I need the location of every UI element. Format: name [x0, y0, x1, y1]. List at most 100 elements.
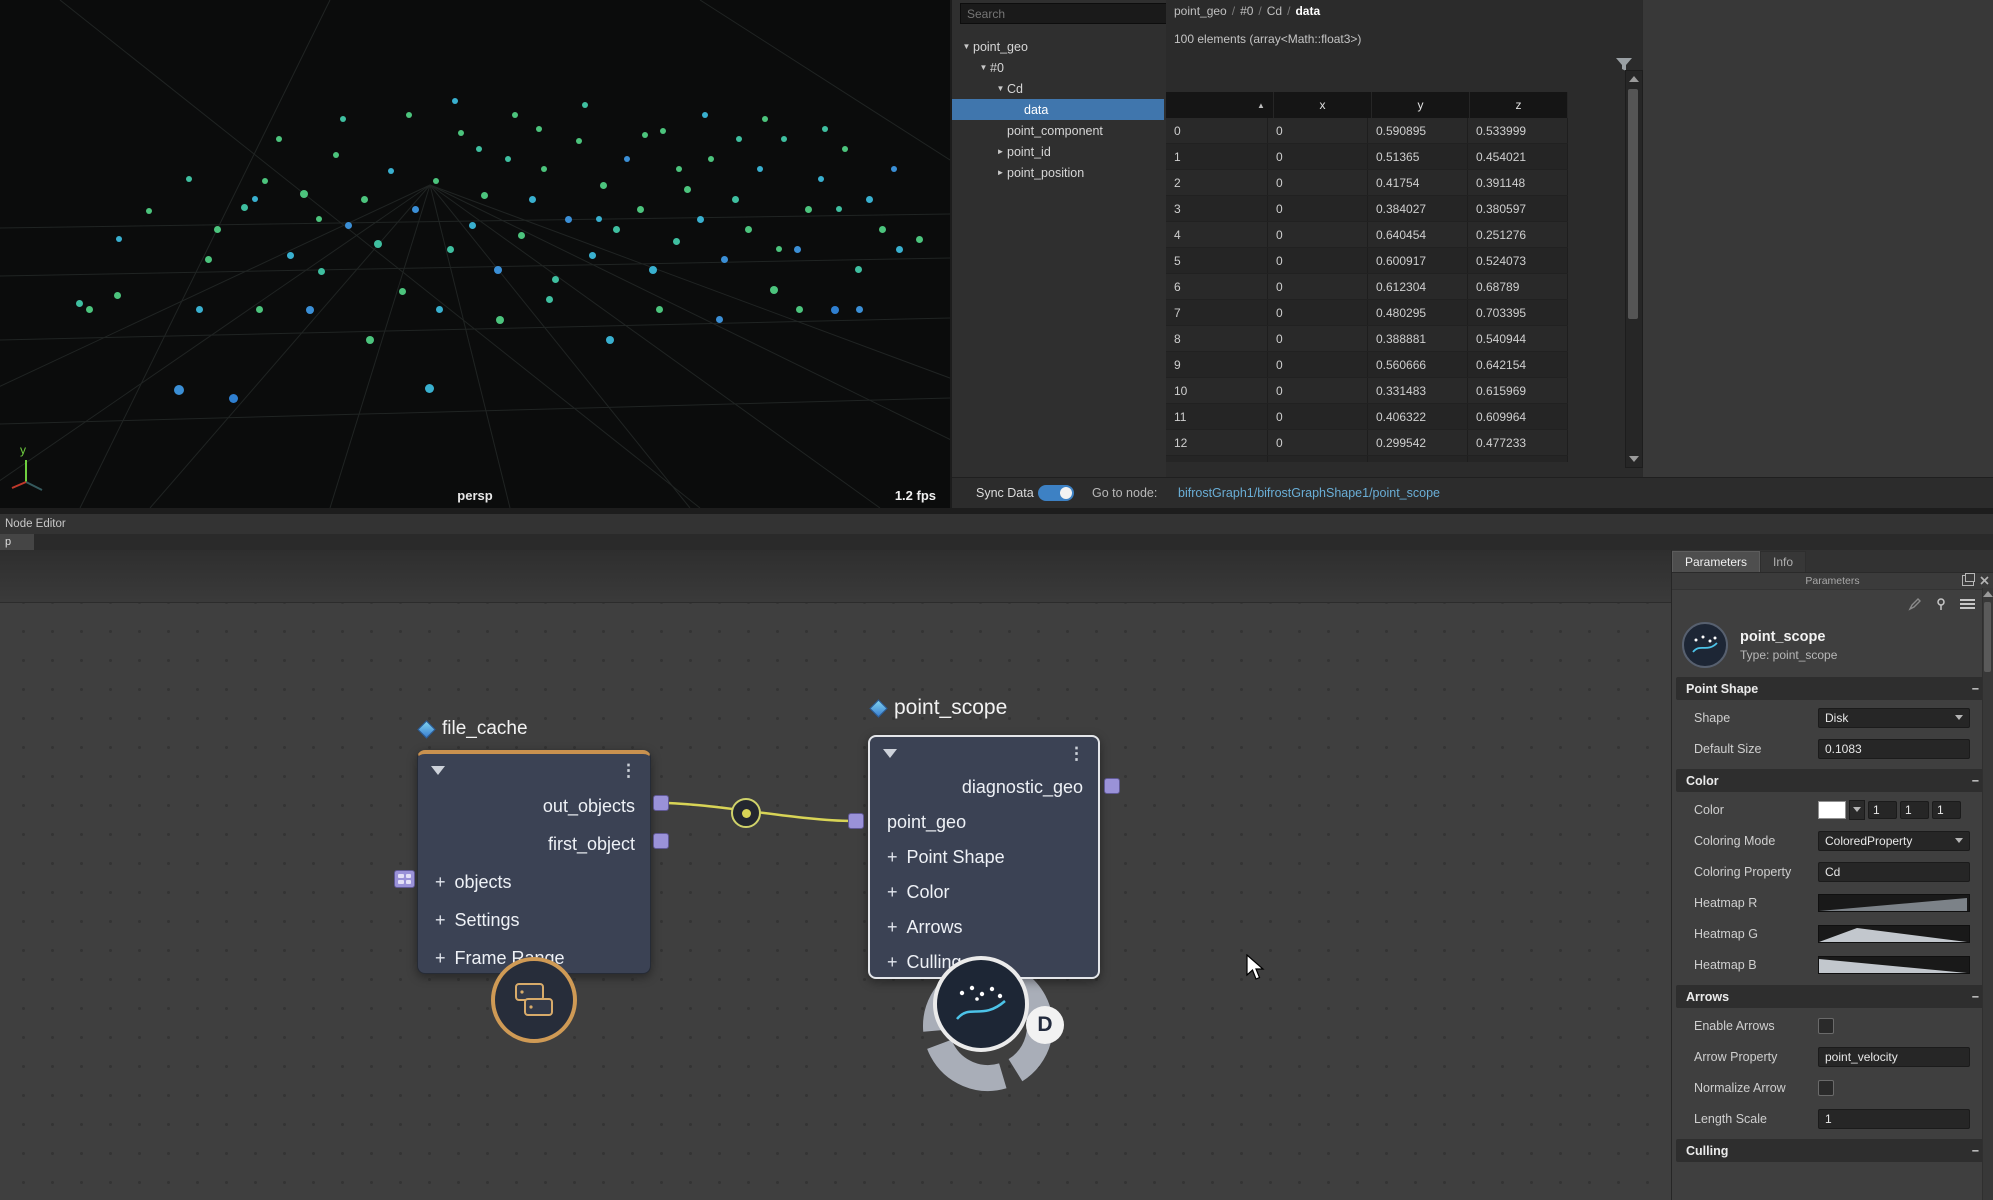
section-arrows[interactable]: Arrows − [1676, 985, 1989, 1008]
breadcrumb-item[interactable]: point_geo [1174, 4, 1227, 18]
expand-icon[interactable]: + [887, 882, 898, 903]
tree-item-Cd[interactable]: ▼Cd [952, 78, 1164, 99]
heatmap-r-ramp[interactable] [1818, 894, 1970, 912]
sync-data-toggle[interactable] [1038, 485, 1074, 501]
color-swatch[interactable] [1818, 801, 1846, 819]
table-row[interactable]: 300.3840270.380597 [1166, 196, 1568, 222]
section-row-settings[interactable]: +Settings [418, 901, 650, 939]
collapse-icon[interactable]: − [1972, 990, 1979, 1004]
collapse-icon[interactable] [883, 749, 897, 758]
chevron-down-icon[interactable]: ▼ [977, 63, 990, 72]
heatmap-b-ramp[interactable] [1818, 956, 1970, 974]
breadcrumb-item[interactable]: data [1295, 4, 1320, 18]
collapse-icon[interactable]: − [1972, 682, 1979, 696]
diagnostic-badge[interactable]: D [1026, 1006, 1064, 1044]
collapse-icon[interactable] [431, 766, 445, 775]
section-row-point-shape[interactable]: +Point Shape [870, 840, 1098, 875]
parameters-scrollbar[interactable] [1982, 588, 1993, 1200]
port-first-object[interactable] [653, 833, 669, 849]
port-row-diagnostic-geo[interactable]: diagnostic_geo [870, 770, 1098, 805]
search-input[interactable] [960, 3, 1170, 24]
tree-item-#0[interactable]: ▼#0 [952, 57, 1164, 78]
float-panel-icon[interactable] [1962, 575, 1974, 586]
pin-icon[interactable] [1934, 597, 1948, 611]
tab-info[interactable]: Info [1760, 551, 1806, 572]
table-header-z[interactable]: z [1470, 92, 1568, 118]
port-point-geo[interactable] [848, 813, 864, 829]
expand-icon[interactable]: + [887, 847, 898, 868]
edit-pencil-icon[interactable] [1908, 597, 1922, 611]
expand-icon[interactable]: + [887, 952, 898, 973]
table-scrollbar[interactable] [1625, 70, 1643, 468]
port-row-point-geo[interactable]: point_geo [870, 805, 1098, 840]
table-row[interactable]: 1200.2995420.477233 [1166, 430, 1568, 456]
expand-icon[interactable]: + [435, 872, 446, 893]
tree-item-point_id[interactable]: ►point_id [952, 141, 1164, 162]
collapse-icon[interactable]: − [1972, 774, 1979, 788]
kebab-menu-icon[interactable]: ⋮ [1068, 749, 1085, 759]
table-header-x[interactable]: x [1274, 92, 1372, 118]
color-g-field[interactable]: 1 [1900, 801, 1929, 819]
expand-icon[interactable]: + [435, 910, 446, 931]
table-row[interactable]: 800.3888810.540944 [1166, 326, 1568, 352]
node-graph-canvas[interactable]: file_cache ⋮ out_objects first_object +o… [0, 550, 1671, 1200]
tree-item-point_position[interactable]: ►point_position [952, 162, 1164, 183]
scroll-up-icon[interactable] [1629, 76, 1639, 82]
menu-icon[interactable] [1960, 599, 1975, 609]
chevron-right-icon[interactable]: ► [994, 168, 1007, 177]
kebab-menu-icon[interactable]: ⋮ [620, 766, 637, 776]
enable-arrows-checkbox[interactable] [1818, 1018, 1834, 1034]
scroll-up-icon[interactable] [1983, 591, 1993, 597]
chevron-right-icon[interactable]: ► [994, 147, 1007, 156]
section-row-arrows[interactable]: +Arrows [870, 910, 1098, 945]
breadcrumb-item[interactable]: #0 [1240, 4, 1253, 18]
arrow-property-field[interactable]: point_velocity [1818, 1047, 1970, 1067]
port-row-first-object[interactable]: first_object [418, 825, 650, 863]
color-swatch-dropdown[interactable] [1849, 800, 1865, 820]
coloring-property-field[interactable]: Cd [1818, 862, 1970, 882]
port-row-out-objects[interactable]: out_objects [418, 787, 650, 825]
section-row-color[interactable]: +Color [870, 875, 1098, 910]
node-editor-tab[interactable]: p [0, 534, 34, 550]
collapse-icon[interactable]: − [1972, 1144, 1979, 1158]
point-scope-badge[interactable] [933, 956, 1029, 1052]
table-row[interactable]: 900.5606660.642154 [1166, 352, 1568, 378]
file-cache-badge[interactable] [491, 957, 577, 1043]
table-row[interactable]: 1300.6378590.485225 [1166, 456, 1568, 462]
expand-icon[interactable]: + [887, 917, 898, 938]
table-row[interactable]: 200.417540.391148 [1166, 170, 1568, 196]
table-row[interactable]: 000.5908950.533999 [1166, 118, 1568, 144]
table-row[interactable]: 1100.4063220.609964 [1166, 404, 1568, 430]
table-row[interactable]: 400.6404540.251276 [1166, 222, 1568, 248]
close-icon[interactable] [1980, 576, 1989, 585]
table-row[interactable]: 100.513650.454021 [1166, 144, 1568, 170]
tree-item-point_geo[interactable]: ▼point_geo [952, 36, 1164, 57]
color-r-field[interactable]: 1 [1868, 801, 1897, 819]
sort-ascending-icon[interactable]: ▲ [1257, 101, 1265, 110]
tab-parameters[interactable]: Parameters [1672, 551, 1760, 572]
section-row-objects[interactable]: +objects [418, 863, 650, 901]
section-color[interactable]: Color − [1676, 769, 1989, 792]
breadcrumb-item[interactable]: Cd [1267, 4, 1282, 18]
scrollbar-thumb[interactable] [1628, 89, 1638, 319]
3d-viewport[interactable]: y persp 1.2 fps [0, 0, 950, 508]
tree-item-data[interactable]: data [952, 99, 1164, 120]
scrollbar-thumb[interactable] [1984, 602, 1991, 672]
table-header-y[interactable]: y [1372, 92, 1470, 118]
normalize-arrow-checkbox[interactable] [1818, 1080, 1834, 1096]
chevron-down-icon[interactable]: ▼ [960, 42, 973, 51]
port-objects-input[interactable] [394, 870, 415, 888]
shape-dropdown[interactable]: Disk [1818, 708, 1970, 728]
goto-node-link[interactable]: bifrostGraph1/bifrostGraphShape1/point_s… [1178, 486, 1440, 500]
table-row[interactable]: 700.4802950.703395 [1166, 300, 1568, 326]
point-scope-node[interactable]: ⋮ diagnostic_geo point_geo +Point Shape … [868, 735, 1100, 979]
color-b-field[interactable]: 1 [1932, 801, 1961, 819]
section-point-shape[interactable]: Point Shape − [1676, 677, 1989, 700]
table-row[interactable]: 1000.3314830.615969 [1166, 378, 1568, 404]
watchpoint-icon[interactable] [731, 798, 761, 828]
length-scale-field[interactable]: 1 [1818, 1109, 1970, 1129]
file-cache-node[interactable]: ⋮ out_objects first_object +objects +Set… [417, 750, 651, 974]
heatmap-g-ramp[interactable] [1818, 925, 1970, 943]
port-diagnostic-geo[interactable] [1104, 778, 1120, 794]
expand-icon[interactable]: + [435, 948, 446, 969]
